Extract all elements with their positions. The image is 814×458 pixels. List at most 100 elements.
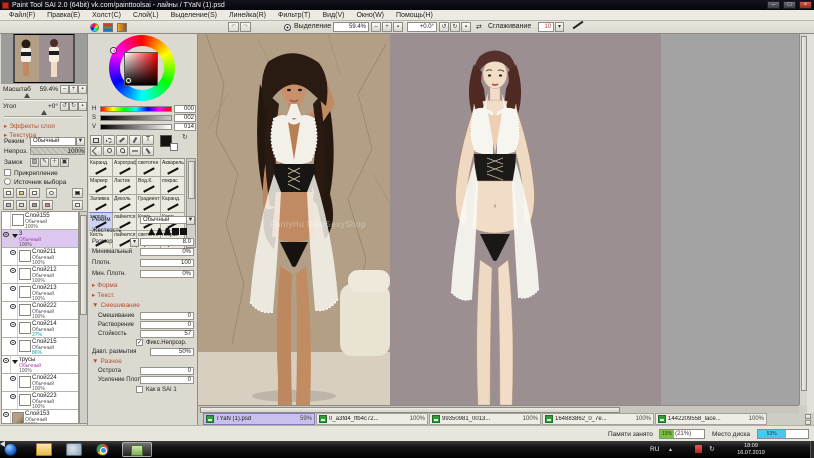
layer-visibility-toggle[interactable] bbox=[9, 374, 18, 391]
brush-preset[interactable]: Деколь bbox=[113, 195, 137, 213]
brush-preset[interactable]: Вод.К. bbox=[137, 177, 161, 195]
v-scrollbar-thumb[interactable] bbox=[801, 36, 807, 391]
layer-visibility-toggle[interactable] bbox=[2, 230, 11, 247]
layer-effects-header[interactable]: ▸Эффекты слоя bbox=[4, 122, 55, 130]
merge-down-button[interactable] bbox=[29, 200, 40, 210]
flip-icon[interactable]: ⇄ bbox=[476, 23, 482, 31]
sharpness-box[interactable]: 0 bbox=[140, 367, 194, 375]
brush-preset[interactable]: покрас bbox=[161, 177, 185, 195]
folder-expand-icon[interactable] bbox=[12, 360, 18, 364]
new-folder-button[interactable] bbox=[16, 188, 27, 198]
magic-wand-tool[interactable] bbox=[116, 135, 128, 145]
min-size-box[interactable]: 0% bbox=[140, 248, 194, 256]
secondary-color-swatch[interactable] bbox=[170, 143, 178, 151]
clear-layer-button[interactable] bbox=[72, 200, 83, 210]
menu-item[interactable]: Помощь(H) bbox=[390, 12, 439, 19]
value-slider[interactable] bbox=[100, 124, 172, 130]
texture-section-header[interactable]: ▸Текст. bbox=[92, 291, 115, 299]
blending-box[interactable]: 0 bbox=[140, 312, 194, 320]
rotate-cw-button[interactable]: ↻ bbox=[450, 22, 460, 32]
zoom-value-box[interactable]: 59.4% bbox=[333, 22, 369, 32]
layer-row[interactable]: 3 Обычный 100% bbox=[2, 230, 78, 248]
size-unit-dropdown[interactable]: ▾ bbox=[130, 238, 139, 247]
brush-mode-dropdown-button[interactable]: ▼ bbox=[186, 216, 195, 225]
close-button[interactable]: × bbox=[799, 1, 812, 9]
value-value[interactable]: 014 bbox=[174, 123, 196, 131]
saturation-value[interactable]: 002 bbox=[174, 114, 196, 122]
hardness-presets[interactable] bbox=[148, 228, 188, 235]
menu-item[interactable]: Выделение(S) bbox=[165, 12, 223, 19]
layer-visibility-toggle[interactable] bbox=[2, 212, 11, 229]
sai-taskbar-button[interactable] bbox=[122, 442, 152, 457]
explorer-icon[interactable] bbox=[36, 443, 52, 456]
menu-item[interactable]: Фильтр(T) bbox=[272, 12, 316, 19]
layer-visibility-toggle[interactable] bbox=[2, 410, 11, 424]
layer-row[interactable]: Слой223 Обычный 100% bbox=[2, 392, 78, 410]
eyedropper-tool[interactable] bbox=[142, 146, 154, 156]
nav-zoom-in-button[interactable]: + bbox=[69, 85, 78, 94]
flip-tool[interactable] bbox=[129, 146, 141, 156]
brush-preset[interactable]: Ластик bbox=[113, 177, 137, 195]
layers-scrollbar[interactable] bbox=[79, 211, 88, 424]
show-desktop-button[interactable] bbox=[810, 441, 814, 458]
minimize-button[interactable]: – bbox=[767, 1, 780, 9]
angle-reset-button[interactable]: ▪ bbox=[461, 22, 471, 32]
zoom-in-button[interactable]: + bbox=[382, 22, 392, 32]
brush-preset[interactable]: светотен bbox=[137, 159, 161, 177]
layer-row[interactable]: Слой155 Обычный 100% bbox=[2, 212, 78, 230]
nav-angle-slider[interactable] bbox=[4, 116, 82, 118]
new-layer-button[interactable] bbox=[3, 188, 14, 198]
brush-preset[interactable]: Градиент bbox=[137, 195, 161, 213]
delete-layer-button[interactable] bbox=[42, 200, 53, 210]
brush-preset[interactable]: Заливка bbox=[89, 195, 113, 213]
layer-row[interactable]: Слой224 Обычный 100% bbox=[2, 374, 78, 392]
paint-app-icon[interactable] bbox=[66, 443, 82, 456]
zoom-out-button[interactable]: – bbox=[371, 22, 381, 32]
select-pen-tool[interactable] bbox=[129, 135, 141, 145]
nav-zoom-reset-button[interactable]: ▪ bbox=[78, 85, 87, 94]
dilution-box[interactable]: 0 bbox=[140, 321, 194, 329]
clip-group-checkbox[interactable] bbox=[4, 169, 11, 176]
curve-tool-button[interactable] bbox=[46, 188, 57, 198]
hue-marker[interactable] bbox=[111, 48, 116, 53]
navigator-preview[interactable] bbox=[1, 34, 87, 84]
text-tool[interactable]: T bbox=[142, 135, 154, 145]
selection-mode-icon[interactable] bbox=[284, 24, 291, 31]
chrome-icon[interactable] bbox=[96, 443, 109, 456]
zoom-reset-button[interactable]: ▪ bbox=[393, 22, 403, 32]
brush-preset[interactable]: Каранд. bbox=[89, 159, 113, 177]
color-sliders-toggle-icon[interactable] bbox=[103, 23, 113, 32]
layer-row[interactable]: Слой153 Обычный 100% bbox=[2, 410, 78, 424]
undo-button[interactable]: ↶ bbox=[228, 22, 239, 32]
layer-row[interactable]: Слой213 Обычный 100% bbox=[2, 284, 78, 302]
brush-preset[interactable]: Акварель bbox=[161, 159, 185, 177]
hue-slider[interactable] bbox=[100, 106, 172, 112]
blur-pressure-slider[interactable]: 50% bbox=[150, 348, 194, 356]
lock-move-icon[interactable]: ＋ bbox=[50, 158, 59, 167]
zoom-tool[interactable] bbox=[103, 146, 115, 156]
brush-scrollbar-thumb[interactable] bbox=[188, 161, 195, 199]
nav-zoom-out-button[interactable]: – bbox=[60, 85, 69, 94]
menu-item[interactable]: Линейка(R) bbox=[223, 12, 272, 19]
lock-paint-icon[interactable]: ✎ bbox=[40, 158, 49, 167]
canvas-horizontal-scrollbar[interactable] bbox=[198, 405, 799, 413]
persistence-slider[interactable]: 57 bbox=[140, 330, 194, 338]
density-slider[interactable]: 100 bbox=[140, 259, 194, 267]
menu-item[interactable]: Холст(C) bbox=[86, 12, 127, 19]
scale-slider-marker[interactable] bbox=[24, 93, 30, 98]
color-wheel-toggle-icon[interactable] bbox=[90, 23, 99, 32]
shape-section-header[interactable]: ▸Форма bbox=[92, 281, 118, 289]
layer-row[interactable]: Слой215 Обычный 86% bbox=[2, 338, 78, 356]
lock-all-icon[interactable]: ▣ bbox=[60, 158, 69, 167]
sai1-mode-checkbox[interactable] bbox=[136, 386, 143, 393]
transfer-down-button[interactable] bbox=[3, 200, 14, 210]
layers-scrollbar-thumb[interactable] bbox=[80, 215, 87, 315]
layer-visibility-toggle[interactable] bbox=[9, 338, 18, 355]
canvas-vertical-scrollbar[interactable] bbox=[799, 34, 807, 405]
layer-mask-button[interactable] bbox=[72, 188, 83, 198]
layer-row[interactable]: Слой211 Обычный 100% bbox=[2, 248, 78, 266]
layer-row[interactable]: Слой222 Обычный 100% bbox=[2, 302, 78, 320]
menu-item[interactable]: Вид(V) bbox=[316, 12, 350, 19]
layer-visibility-toggle[interactable] bbox=[9, 248, 18, 265]
angle-slider-marker[interactable] bbox=[41, 110, 47, 115]
